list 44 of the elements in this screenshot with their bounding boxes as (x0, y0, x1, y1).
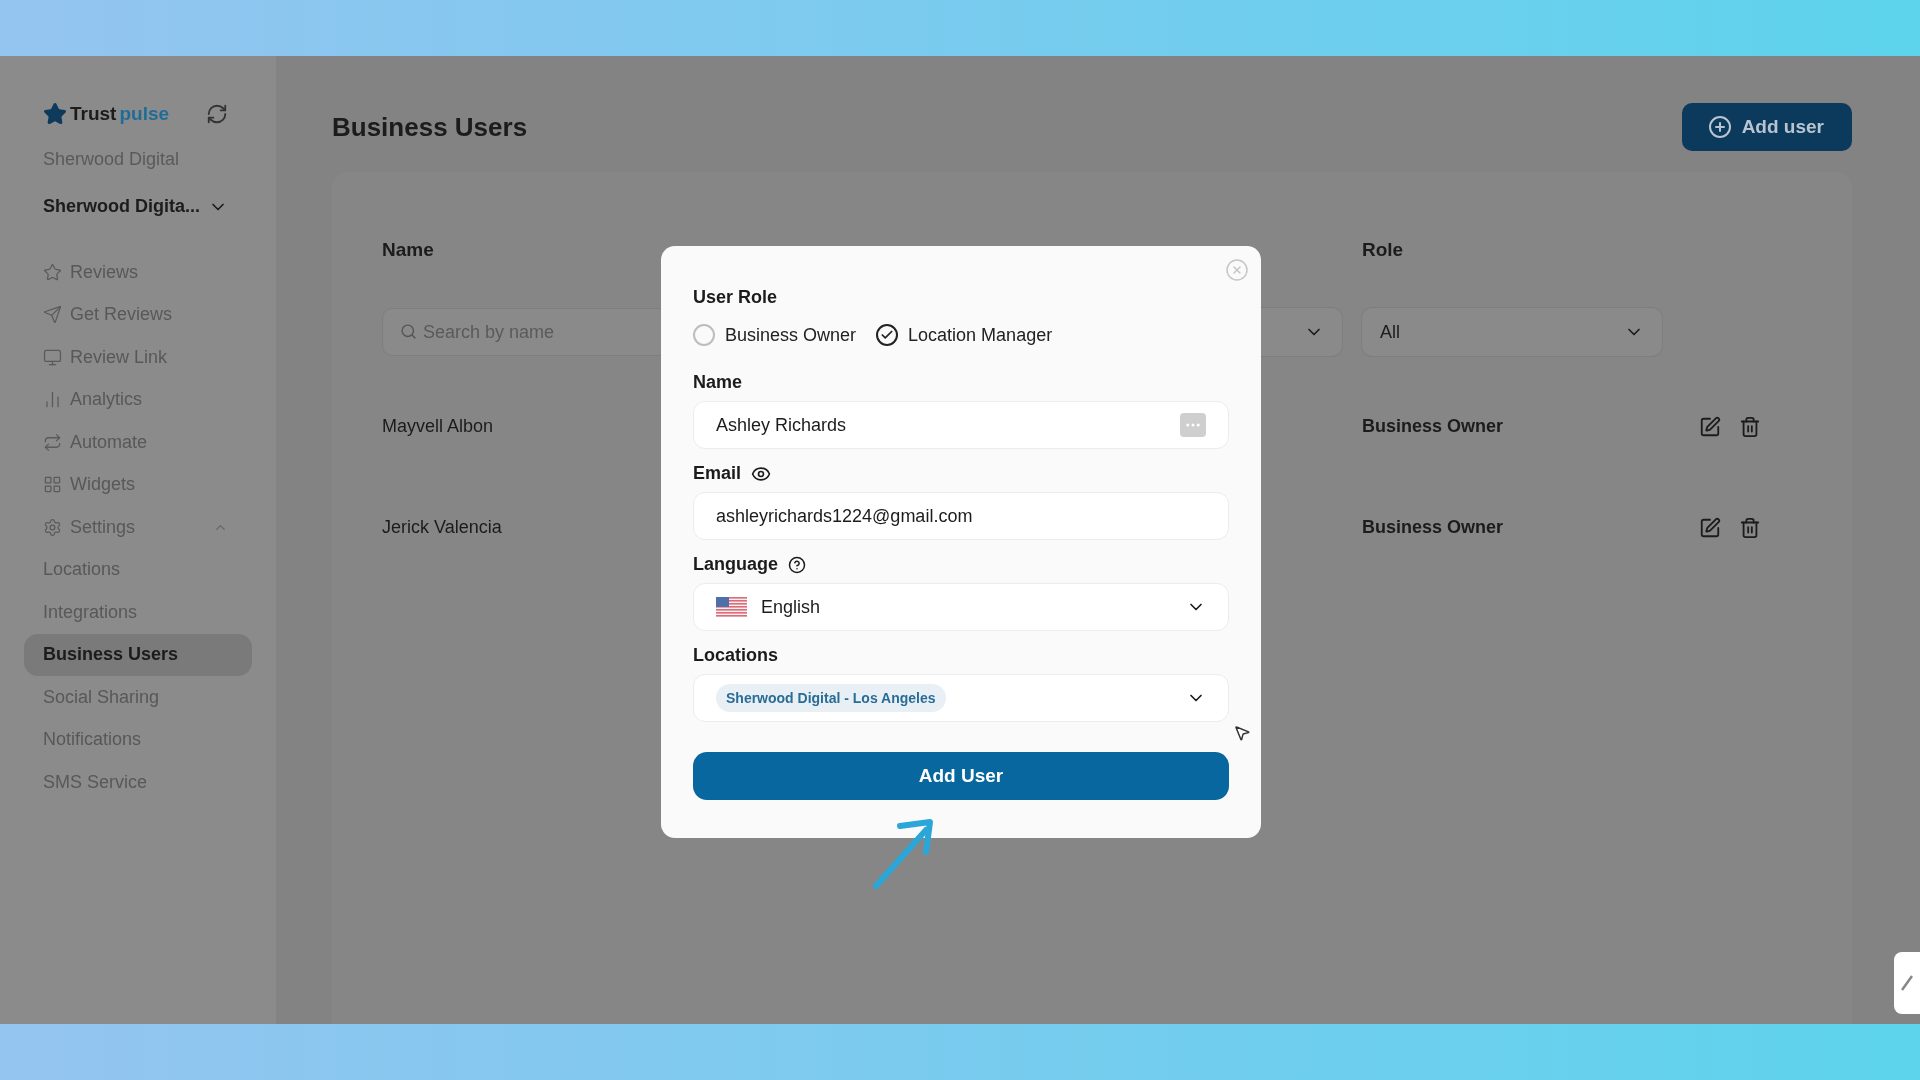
edit-icon[interactable] (1699, 516, 1721, 539)
add-user-button[interactable]: Add user (1681, 103, 1852, 151)
send-icon (43, 305, 62, 325)
role-radio[interactable]: Business Owner (693, 324, 857, 346)
email-field[interactable]: ashleyrichards1224@gmail.com (693, 492, 1229, 540)
column-header: Role (1362, 238, 1405, 262)
side-tab[interactable] (1894, 952, 1920, 1014)
monitor-icon (43, 347, 62, 367)
location-tag: Sherwood Digital - Los Angeles (716, 684, 946, 712)
language-select[interactable]: English (693, 583, 1229, 631)
add-user-button[interactable]: Add User (693, 752, 1229, 800)
table-cell-text: Business Owner (1362, 415, 1505, 438)
table-cell-text: Mayvell Albon (382, 415, 495, 438)
trash-icon[interactable] (1739, 415, 1761, 438)
search-icon (400, 323, 417, 340)
brand-logo: Trust pulse (43, 102, 170, 126)
role-radio[interactable]: Location Manager (876, 324, 1053, 346)
repeat-icon (43, 432, 62, 452)
star-icon (43, 102, 67, 126)
field-label: Locations (693, 645, 779, 666)
role-filter[interactable]: All (1362, 308, 1662, 356)
refresh-icon[interactable] (206, 103, 228, 125)
sidebar-item[interactable]: Business Users (24, 633, 252, 676)
pointer-icon (1233, 724, 1251, 742)
name-field[interactable]: Ashley Richards (693, 401, 1229, 449)
help-icon[interactable] (788, 555, 806, 574)
table-cell-text: Business Owner (1362, 516, 1505, 539)
field-label: User Role (693, 287, 779, 308)
plus-icon (1707, 115, 1732, 139)
star-icon (43, 262, 62, 282)
us-flag-icon (716, 597, 747, 617)
edit-icon[interactable] (1699, 415, 1721, 438)
field-label: Email (693, 463, 742, 484)
bar-chart-icon (43, 390, 62, 410)
account-selector[interactable]: Sherwood Digita... (24, 170, 252, 251)
page-title: Business Users (332, 111, 528, 143)
field-label: Name (693, 372, 744, 393)
grid-icon (43, 475, 62, 495)
table-cell-text: Jerick Valencia (382, 516, 503, 539)
field-label: Language (693, 554, 778, 575)
gear-icon (43, 517, 62, 537)
trash-icon[interactable] (1739, 516, 1761, 539)
locations-select[interactable]: Sherwood Digital - Los Angeles (693, 674, 1229, 722)
column-header: Name (382, 238, 435, 262)
